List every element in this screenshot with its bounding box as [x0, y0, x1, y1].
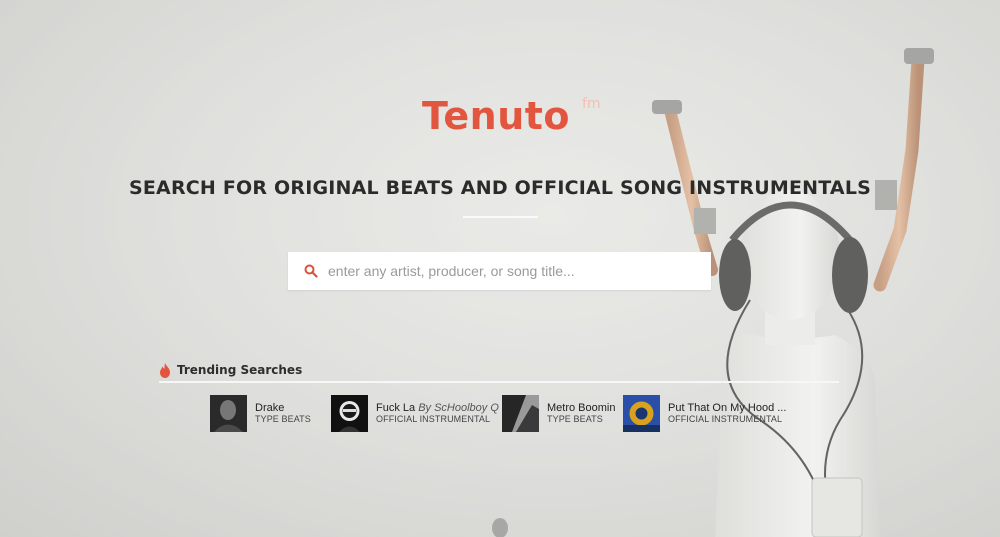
item-artist: By ScHoolboy Q — [418, 402, 499, 414]
item-title: Metro Boomin — [547, 402, 616, 414]
album-thumbnail — [331, 395, 368, 432]
trending-item[interactable]: Put That On My Hood ... OFFICIAL INSTRUM… — [623, 395, 786, 433]
item-title: Fuck La — [376, 402, 416, 414]
item-title: Drake — [255, 402, 285, 414]
landing-page: Tenuto fm SEARCH FOR ORIGINAL BEATS AND … — [0, 0, 1000, 537]
item-type: OFFICIAL INSTRUMENTAL — [668, 414, 783, 424]
flame-icon — [160, 362, 170, 378]
trending-title: Trending Searches — [177, 363, 303, 377]
item-type: TYPE BEATS — [255, 414, 311, 424]
search-bar[interactable] — [288, 252, 711, 290]
trending-item[interactable]: Drake TYPE BEATS — [210, 395, 311, 433]
album-thumbnail — [623, 395, 660, 432]
trending-item[interactable]: Metro Boomin TYPE BEATS — [502, 395, 615, 433]
search-icon[interactable] — [304, 264, 318, 278]
item-title: Put That On My Hood ... — [668, 402, 787, 414]
item-type: TYPE BEATS — [547, 414, 603, 424]
trending-item[interactable]: Fuck La By ScHoolboy Q OFFICIAL INSTRUME… — [331, 395, 499, 433]
artist-thumbnail — [502, 395, 539, 432]
tagline-divider — [463, 216, 538, 218]
brand-logo[interactable]: Tenuto fm — [422, 94, 622, 144]
page-tagline: SEARCH FOR ORIGINAL BEATS AND OFFICIAL S… — [128, 177, 872, 199]
item-type: OFFICIAL INSTRUMENTAL — [376, 414, 491, 424]
trending-divider — [159, 381, 839, 383]
search-input[interactable] — [328, 263, 698, 279]
logo-wordmark: Tenuto — [422, 94, 571, 138]
artist-thumbnail — [210, 395, 247, 432]
logo-suffix: fm — [582, 96, 601, 112]
trending-header: Trending Searches — [159, 361, 302, 379]
